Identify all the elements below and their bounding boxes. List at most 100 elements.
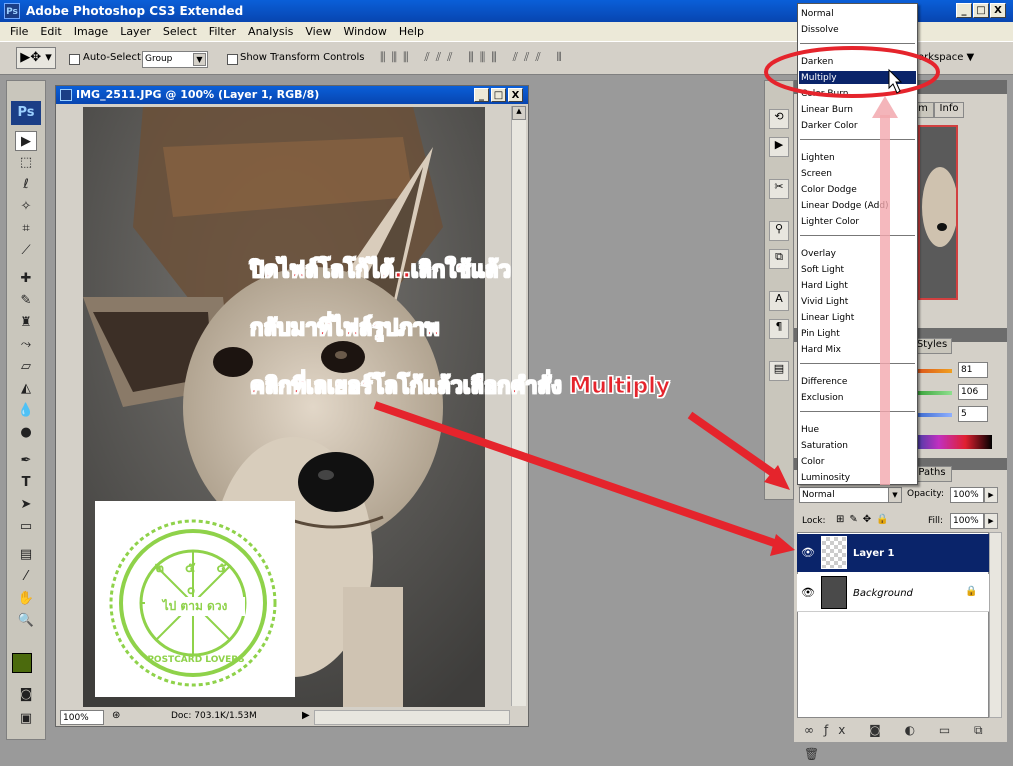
actions-panel-icon[interactable]: ▶ — [769, 137, 789, 157]
clone-source-icon[interactable]: ⧉ — [769, 249, 789, 269]
red-value-field[interactable]: 81 — [958, 362, 988, 378]
path-selection-icon[interactable]: ➤ — [15, 495, 37, 515]
blend-option-dissolve[interactable]: Dissolve — [801, 24, 839, 36]
scroll-up-icon[interactable]: ▲ — [512, 106, 526, 120]
menu-filter[interactable]: Filter — [203, 25, 242, 38]
screen-mode-icon[interactable]: ▣ — [15, 709, 37, 729]
blend-option-vivid-light[interactable]: Vivid Light — [801, 296, 848, 308]
eraser-tool-icon[interactable]: ▱ — [15, 357, 37, 377]
blend-option-color-dodge[interactable]: Color Dodge — [801, 184, 857, 196]
menu-file[interactable]: File — [4, 25, 34, 38]
character-panel-icon[interactable]: A — [769, 291, 789, 311]
dodge-tool-icon[interactable]: ● — [15, 423, 37, 443]
blend-option-linear-burn[interactable]: Linear Burn — [801, 104, 853, 116]
clone-stamp-icon[interactable]: ♜ — [15, 313, 37, 333]
styles-tab[interactable]: Styles — [912, 338, 952, 354]
green-slider[interactable] — [912, 391, 952, 395]
hand-tool-icon[interactable]: ✋ — [15, 589, 37, 609]
blend-option-pin-light[interactable]: Pin Light — [801, 328, 840, 340]
zoom-field[interactable]: 100% — [60, 710, 104, 725]
history-brush-icon[interactable]: ⤳ — [15, 335, 37, 355]
layer-comps-icon[interactable]: ▤ — [769, 361, 789, 381]
navigator-preview[interactable] — [918, 125, 958, 300]
layers-scrollbar[interactable] — [989, 532, 1002, 718]
opacity-arrow-icon[interactable]: ▶ — [984, 487, 998, 503]
history-panel-icon[interactable]: ⟲ — [769, 109, 789, 129]
healing-brush-icon[interactable]: ✚ — [15, 269, 37, 289]
image-canvas[interactable]: ๒ ๕ ๕ ๐ ไป ตาม ดวง POSTCARD LOVERS — [83, 107, 485, 707]
red-slider[interactable] — [912, 369, 952, 373]
workspace-button[interactable]: orkspace ▼ — [918, 52, 974, 63]
type-tool-icon[interactable]: T — [15, 473, 37, 493]
green-value-field[interactable]: 106 — [958, 384, 988, 400]
crop-tool-icon[interactable]: ⌗ — [15, 219, 37, 239]
blend-option-multiply[interactable]: Multiply — [801, 72, 837, 84]
menu-help[interactable]: Help — [393, 25, 430, 38]
notes-tool-icon[interactable]: ▤ — [15, 545, 37, 565]
blend-option-exclusion[interactable]: Exclusion — [801, 392, 843, 404]
maximize-button[interactable]: □ — [973, 3, 989, 18]
brush-tool-icon[interactable]: ✎ — [15, 291, 37, 311]
layers-panel-footer-icons[interactable]: ∞ƒx ◙ ◐ ▭ ⧉ 🗑 — [794, 718, 1007, 761]
blue-value-field[interactable]: 5 — [958, 406, 988, 422]
layer-row-background[interactable]: 👁 Background 🔒 — [797, 574, 989, 612]
magic-wand-icon[interactable]: ✧ — [15, 197, 37, 217]
doc-close-button[interactable]: X — [508, 88, 523, 102]
blend-option-luminosity[interactable]: Luminosity — [801, 472, 850, 484]
blend-option-lighten[interactable]: Lighten — [801, 152, 835, 164]
move-tool-preset-picker[interactable]: ▶✥ ▾ — [16, 47, 56, 69]
blend-option-saturation[interactable]: Saturation — [801, 440, 848, 452]
layer-row-layer-1[interactable]: 👁 Layer 1 — [797, 534, 989, 572]
blend-option-linear-light[interactable]: Linear Light — [801, 312, 854, 324]
blend-option-linear-dodge[interactable]: Linear Dodge (Add) — [801, 200, 889, 212]
blend-option-screen[interactable]: Screen — [801, 168, 832, 180]
vertical-scrollbar[interactable]: ▲ — [511, 106, 526, 706]
blend-option-color[interactable]: Color — [801, 456, 825, 468]
shape-tool-icon[interactable]: ▭ — [15, 517, 37, 537]
quick-mask-icon[interactable]: ◙ — [15, 685, 37, 705]
info-tab[interactable]: Info — [934, 102, 964, 118]
lasso-tool-icon[interactable]: ℓ — [15, 175, 37, 195]
eyedropper-icon[interactable]: ⁄ — [15, 567, 37, 587]
opacity-field[interactable]: 100% — [950, 487, 984, 503]
fill-field[interactable]: 100% — [950, 513, 984, 529]
slice-tool-icon[interactable]: ⟋ — [15, 241, 37, 261]
menu-image[interactable]: Image — [68, 25, 114, 38]
blend-option-darken[interactable]: Darken — [801, 56, 833, 68]
pen-tool-icon[interactable]: ✒ — [15, 451, 37, 471]
fill-arrow-icon[interactable]: ▶ — [984, 513, 998, 529]
minimize-button[interactable]: _ — [956, 3, 972, 18]
brushes-panel-icon[interactable]: ⚲ — [769, 221, 789, 241]
paint-bucket-icon[interactable]: ◭ — [15, 379, 37, 399]
auto-select-checkbox[interactable] — [69, 54, 80, 65]
blur-tool-icon[interactable]: 💧 — [15, 401, 37, 421]
blend-option-soft-light[interactable]: Soft Light — [801, 264, 844, 276]
status-icon[interactable]: ⊛ — [112, 710, 120, 721]
lock-icons[interactable]: ⊞✎✥🔒 — [836, 514, 894, 525]
align-distribute-buttons[interactable]: ⫼⫼⫼ ⫽⫽⫽ ⫼⫼⫼ ⫽⫽⫽ ⦀ — [380, 50, 680, 68]
blend-option-lighter-color[interactable]: Lighter Color — [801, 216, 859, 228]
doc-minimize-button[interactable]: _ — [474, 88, 489, 102]
menu-analysis[interactable]: Analysis — [242, 25, 299, 38]
blend-option-overlay[interactable]: Overlay — [801, 248, 836, 260]
auto-select-dropdown[interactable]: Group ▼ — [142, 51, 208, 68]
zoom-tool-icon[interactable]: 🔍 — [15, 611, 37, 631]
menu-select[interactable]: Select — [157, 25, 203, 38]
blend-mode-select[interactable]: Normal ▼ — [799, 487, 902, 503]
blend-option-normal[interactable]: Normal — [801, 8, 834, 20]
foreground-color-swatch[interactable] — [12, 653, 32, 673]
eye-icon[interactable]: 👁 — [801, 546, 815, 559]
doc-maximize-button[interactable]: □ — [491, 88, 506, 102]
show-transform-checkbox[interactable] — [227, 54, 238, 65]
blend-option-difference[interactable]: Difference — [801, 376, 847, 388]
close-button[interactable]: X — [990, 3, 1006, 18]
blend-option-hue[interactable]: Hue — [801, 424, 819, 436]
paragraph-panel-icon[interactable]: ¶ — [769, 319, 789, 339]
marquee-tool-icon[interactable]: ⬚ — [15, 153, 37, 173]
menu-window[interactable]: Window — [337, 25, 392, 38]
blend-option-hard-mix[interactable]: Hard Mix — [801, 344, 841, 356]
blend-option-darker-color[interactable]: Darker Color — [801, 120, 858, 132]
move-tool-icon[interactable]: ▶ — [15, 131, 37, 151]
blend-option-hard-light[interactable]: Hard Light — [801, 280, 848, 292]
paths-tab[interactable]: Paths — [912, 466, 952, 482]
